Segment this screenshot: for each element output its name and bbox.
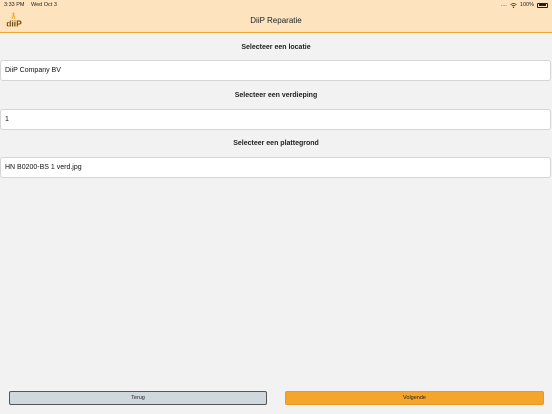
location-select[interactable]: DiiP Company BV [0, 60, 551, 81]
floor-value: 1 [5, 116, 9, 123]
battery-icon [537, 2, 548, 8]
next-button[interactable]: Volgende [285, 391, 544, 405]
floorplan-value: HN B0200-BS 1 verd.jpg [5, 164, 82, 171]
location-label: Selecteer een locatie [241, 44, 311, 51]
back-button[interactable]: Terug [9, 391, 267, 405]
battery-percentage: 100% [519, 2, 534, 8]
floorplan-label: Selecteer een plattegrond [233, 140, 319, 147]
status-bar-left: 3:33 PM Wed Oct 3 [4, 2, 62, 8]
status-time: 3:33 PM [4, 2, 25, 8]
status-bar-right: .... 100% [501, 2, 548, 8]
navigation-bar: diiP DiiP Reparatie [0, 10, 552, 33]
location-value: DiiP Company BV [5, 67, 61, 74]
floor-label: Selecteer een verdieping [234, 92, 318, 99]
page-title: DiiP Reparatie [250, 16, 302, 25]
status-bar: 3:33 PM Wed Oct 3 .... 100% [0, 0, 552, 10]
status-date: Wed Oct 3 [31, 2, 57, 8]
signal-icon: .... [500, 2, 507, 8]
wifi-icon [510, 2, 517, 8]
floor-select[interactable]: 1 [0, 109, 551, 130]
floorplan-select[interactable]: HN B0200-BS 1 verd.jpg [0, 157, 551, 178]
